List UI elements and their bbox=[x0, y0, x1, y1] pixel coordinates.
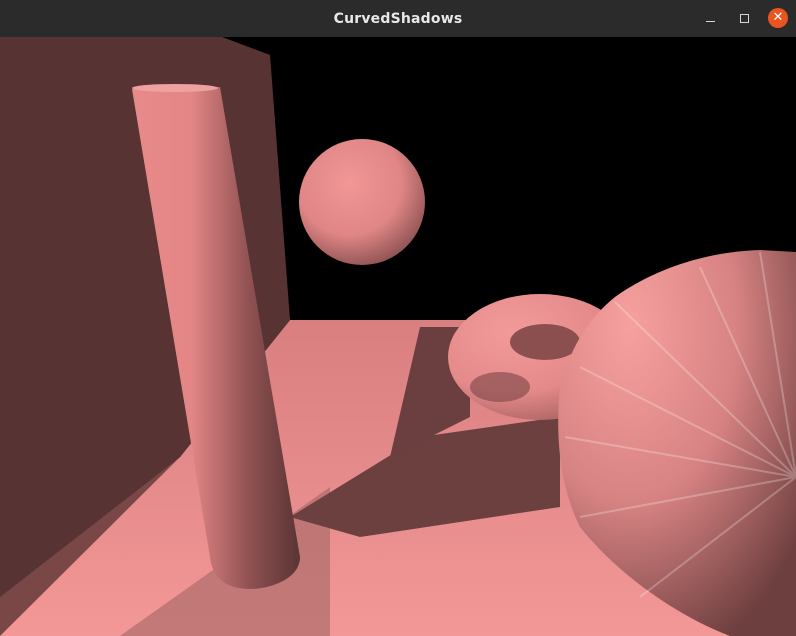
close-icon: ✕ bbox=[772, 10, 784, 25]
minimize-button[interactable] bbox=[700, 8, 720, 28]
minimize-icon bbox=[705, 20, 715, 22]
title-bar[interactable]: CurvedShadows ✕ bbox=[0, 0, 796, 38]
maximize-icon bbox=[739, 13, 749, 23]
window-title: CurvedShadows bbox=[333, 10, 463, 27]
close-button[interactable]: ✕ bbox=[768, 8, 788, 28]
torus-self-shadow bbox=[470, 372, 530, 402]
maximize-button[interactable] bbox=[734, 8, 754, 28]
cylinder-top bbox=[132, 84, 218, 92]
scene-canvas bbox=[0, 37, 796, 636]
torus-hole bbox=[510, 324, 580, 360]
render-viewport[interactable] bbox=[0, 37, 796, 636]
window-controls: ✕ bbox=[700, 8, 788, 28]
sphere bbox=[299, 139, 425, 265]
app-window: CurvedShadows ✕ bbox=[0, 0, 796, 636]
